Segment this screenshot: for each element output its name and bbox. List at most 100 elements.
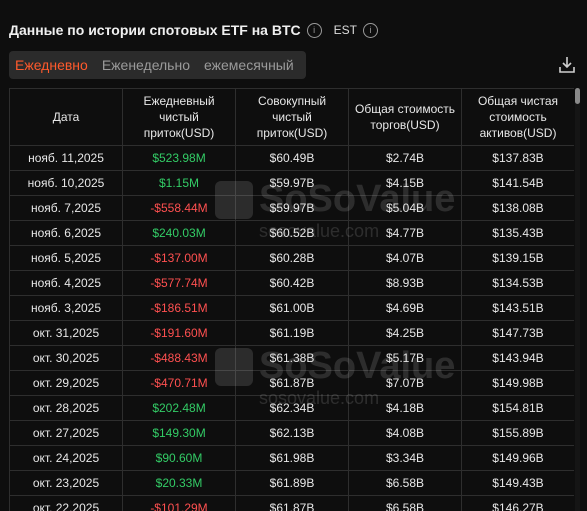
- table-row: окт. 23,2025 $20.33M $61.89B $6.58B $149.43B: [9, 470, 574, 496]
- info-icon[interactable]: i: [306, 22, 322, 38]
- cell-date: окт. 23,2025: [9, 470, 123, 496]
- cell-net-assets: $135.43B: [461, 220, 574, 246]
- cell-date: окт. 22,2025: [9, 495, 123, 511]
- table-row: нояб. 3,2025 -$186.51M $61.00B $4.69B $143.5…: [9, 295, 574, 321]
- cell-cumulative-inflow: $60.28B: [235, 245, 349, 271]
- etf-history-table-container: Дата Ежедневный чистый приток(USD) Совок…: [9, 88, 574, 511]
- table-header-row: Дата Ежедневный чистый приток(USD) Совок…: [9, 88, 574, 146]
- cell-daily-inflow: -$558.44M: [122, 195, 236, 221]
- cell-trading-value: $4.18B: [348, 395, 462, 421]
- cell-trading-value: $6.58B: [348, 495, 462, 511]
- cell-daily-inflow: -$186.51M: [122, 295, 236, 321]
- cell-date: окт. 30,2025: [9, 345, 123, 371]
- col-header-date[interactable]: Дата: [9, 88, 123, 146]
- cell-cumulative-inflow: $59.97B: [235, 195, 349, 221]
- table-row: окт. 30,2025 -$488.43M $61.38B $5.17B $143.9…: [9, 345, 574, 371]
- cell-cumulative-inflow: $61.38B: [235, 345, 349, 371]
- cell-daily-inflow: $90.60M: [122, 445, 236, 471]
- cell-daily-inflow: -$137.00M: [122, 245, 236, 271]
- cell-cumulative-inflow: $62.34B: [235, 395, 349, 421]
- download-icon[interactable]: [557, 55, 577, 75]
- cell-trading-value: $4.69B: [348, 295, 462, 321]
- col-header-net-assets[interactable]: Общая чистая стоимость активов(USD): [461, 88, 574, 146]
- table-row: нояб. 5,2025 -$137.00M $60.28B $4.07B $139.1…: [9, 245, 574, 271]
- cell-trading-value: $4.25B: [348, 320, 462, 346]
- cell-net-assets: $155.89B: [461, 420, 574, 446]
- tab-weekly[interactable]: Еженедельно: [102, 57, 190, 73]
- cell-date: нояб. 3,2025: [9, 295, 123, 321]
- cell-trading-value: $5.04B: [348, 195, 462, 221]
- cell-net-assets: $143.51B: [461, 295, 574, 321]
- tab-daily[interactable]: Ежедневно: [15, 57, 88, 73]
- cell-daily-inflow: $202.48M: [122, 395, 236, 421]
- timezone-info-icon[interactable]: i: [362, 22, 378, 38]
- cell-trading-value: $5.17B: [348, 345, 462, 371]
- cell-trading-value: $6.58B: [348, 470, 462, 496]
- timezone-label: EST: [333, 23, 357, 37]
- table-row: нояб. 6,2025 $240.03M $60.52B $4.77B $135.43…: [9, 220, 574, 246]
- etf-history-table: Дата Ежедневный чистый приток(USD) Совок…: [9, 88, 574, 511]
- table-row: окт. 24,2025 $90.60M $61.98B $3.34B $149.96B: [9, 445, 574, 471]
- cell-date: окт. 28,2025: [9, 395, 123, 421]
- cell-net-assets: $143.94B: [461, 345, 574, 371]
- table-row: нояб. 10,2025 $1.15M $59.97B $4.15B $141.54B: [9, 170, 574, 196]
- cell-trading-value: $7.07B: [348, 370, 462, 396]
- cell-trading-value: $3.34B: [348, 445, 462, 471]
- cell-daily-inflow: -$470.71M: [122, 370, 236, 396]
- col-header-daily-inflow[interactable]: Ежедневный чистый приток(USD): [122, 88, 236, 146]
- cell-date: окт. 31,2025: [9, 320, 123, 346]
- tab-monthly[interactable]: ежемесячный: [204, 57, 294, 73]
- cell-date: окт. 24,2025: [9, 445, 123, 471]
- cell-cumulative-inflow: $59.97B: [235, 170, 349, 196]
- table-row: окт. 31,2025 -$191.60M $61.19B $4.25B $147.7…: [9, 320, 574, 346]
- col-header-trading-value[interactable]: Общая стоимость торгов(USD): [348, 88, 462, 146]
- cell-date: окт. 29,2025: [9, 370, 123, 396]
- cell-cumulative-inflow: $60.52B: [235, 220, 349, 246]
- cell-cumulative-inflow: $61.98B: [235, 445, 349, 471]
- cell-daily-inflow: -$577.74M: [122, 270, 236, 296]
- table-row: окт. 28,2025 $202.48M $62.34B $4.18B $154.81…: [9, 395, 574, 421]
- cell-daily-inflow: $20.33M: [122, 470, 236, 496]
- table-row: нояб. 7,2025 -$558.44M $59.97B $5.04B $138.0…: [9, 195, 574, 221]
- cell-date: нояб. 5,2025: [9, 245, 123, 271]
- cell-trading-value: $4.77B: [348, 220, 462, 246]
- cell-date: нояб. 4,2025: [9, 270, 123, 296]
- cell-date: нояб. 6,2025: [9, 220, 123, 246]
- scrollbar-track[interactable]: [575, 88, 580, 511]
- table-row: окт. 22,2025 -$101.29M $61.87B $6.58B $146.2…: [9, 495, 574, 511]
- cell-cumulative-inflow: $61.87B: [235, 495, 349, 511]
- cell-net-assets: $138.08B: [461, 195, 574, 221]
- cell-daily-inflow: $523.98M: [122, 145, 236, 171]
- scrollbar-thumb[interactable]: [575, 88, 580, 104]
- cell-net-assets: $149.98B: [461, 370, 574, 396]
- cell-cumulative-inflow: $62.13B: [235, 420, 349, 446]
- cell-net-assets: $154.81B: [461, 395, 574, 421]
- cell-trading-value: $4.08B: [348, 420, 462, 446]
- cell-cumulative-inflow: $61.89B: [235, 470, 349, 496]
- cell-date: нояб. 7,2025: [9, 195, 123, 221]
- cell-cumulative-inflow: $61.87B: [235, 370, 349, 396]
- cell-daily-inflow: $149.30M: [122, 420, 236, 446]
- cell-cumulative-inflow: $61.00B: [235, 295, 349, 321]
- table-row: нояб. 11,2025 $523.98M $60.49B $2.74B $137.8…: [9, 145, 574, 171]
- cell-net-assets: $149.96B: [461, 445, 574, 471]
- cell-daily-inflow: $1.15M: [122, 170, 236, 196]
- cell-date: нояб. 11,2025: [9, 145, 123, 171]
- cell-net-assets: $139.15B: [461, 245, 574, 271]
- cell-trading-value: $4.15B: [348, 170, 462, 196]
- cell-net-assets: $134.53B: [461, 270, 574, 296]
- page-title: Данные по истории спотовых ETF на BTC: [9, 22, 301, 38]
- cell-daily-inflow: -$101.29M: [122, 495, 236, 511]
- table-row: окт. 27,2025 $149.30M $62.13B $4.08B $155.89…: [9, 420, 574, 446]
- cell-cumulative-inflow: $60.49B: [235, 145, 349, 171]
- cell-net-assets: $137.83B: [461, 145, 574, 171]
- cell-date: окт. 27,2025: [9, 420, 123, 446]
- cell-net-assets: $149.43B: [461, 470, 574, 496]
- table-row: окт. 29,2025 -$470.71M $61.87B $7.07B $149.9…: [9, 370, 574, 396]
- cell-net-assets: $147.73B: [461, 320, 574, 346]
- cell-cumulative-inflow: $60.42B: [235, 270, 349, 296]
- cell-daily-inflow: -$488.43M: [122, 345, 236, 371]
- cell-cumulative-inflow: $61.19B: [235, 320, 349, 346]
- col-header-cumulative-inflow[interactable]: Совокупный чистый приток(USD): [235, 88, 349, 146]
- period-tabs: Ежедневно Еженедельно ежемесячный: [9, 51, 306, 79]
